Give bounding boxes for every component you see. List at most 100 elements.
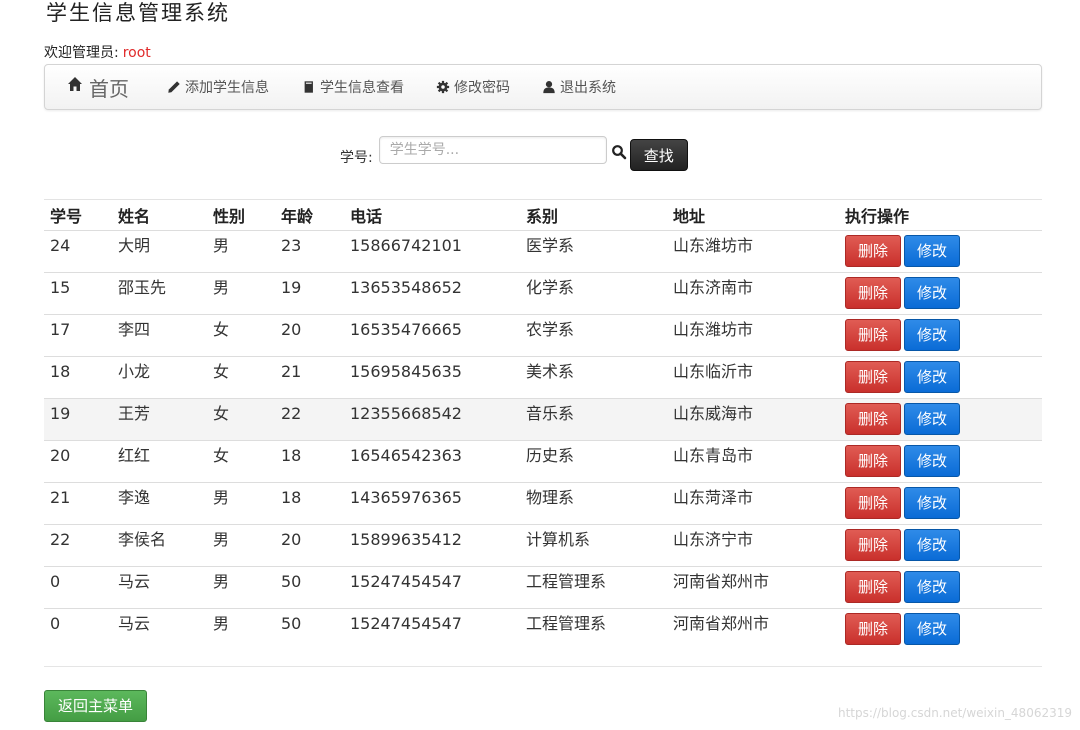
cell-name: 李逸 [112,482,207,525]
delete-button[interactable]: 删除 [845,403,902,435]
delete-button[interactable]: 删除 [845,361,902,393]
table-row: 18 小龙女 21 15695845635 美术系 山东临沂市 删除 修改 [44,356,1042,399]
cell-department: 音乐系 [520,398,667,441]
cell-student-id: 19 [44,398,112,441]
cell-department: 农学系 [520,314,667,357]
cell-name: 小龙 [112,356,207,399]
header-age: 年龄 [275,199,344,231]
cell-department: 化学系 [520,272,667,315]
cell-department: 工程管理系 [520,608,667,651]
cell-address: 山东临沂市 [667,356,839,399]
cell-department: 美术系 [520,356,667,399]
edit-button[interactable]: 修改 [904,487,961,519]
nav-home-label: 首页 [89,76,129,101]
nav-change-password[interactable]: 修改密码 [436,65,510,109]
cell-phone: 12355668542 [344,398,520,441]
delete-button[interactable]: 删除 [845,445,902,477]
cell-address: 山东威海市 [667,398,839,441]
edit-button[interactable]: 修改 [904,613,961,645]
cell-gender: 女 [207,314,275,357]
delete-button[interactable]: 删除 [845,319,902,351]
cell-age: 50 [275,566,344,609]
cell-actions: 删除 修改 [839,440,1042,483]
cell-address: 山东潍坊市 [667,314,839,357]
nav-view-students[interactable]: 学生信息查看 [302,65,404,109]
cell-address: 山东济南市 [667,272,839,315]
delete-button[interactable]: 删除 [845,277,902,309]
cell-age: 23 [275,230,344,273]
cell-phone: 15247454547 [344,608,520,651]
book-icon [302,80,316,94]
cell-actions: 删除 修改 [839,314,1042,357]
cell-student-id: 20 [44,440,112,483]
cell-name: 邵玉先 [112,272,207,315]
table-row: 15 邵玉先男 19 13653548652 化学系 山东济南市 删除 修改 [44,272,1042,315]
search-icon [611,144,627,160]
edit-button[interactable]: 修改 [904,571,961,603]
edit-button[interactable]: 修改 [904,403,961,435]
delete-button[interactable]: 删除 [845,613,902,645]
cell-phone: 16546542363 [344,440,520,483]
cell-age: 20 [275,314,344,357]
header-address: 地址 [667,199,839,231]
cell-age: 20 [275,524,344,567]
cell-age: 21 [275,356,344,399]
cell-name: 王芳 [112,398,207,441]
cell-name: 马云 [112,608,207,651]
table-row: 0 马云男 50 15247454547 工程管理系 河南省郑州市 删除 修改 [44,608,1042,651]
table-row: 19 王芳女 22 12355668542 音乐系 山东威海市 删除 修改 [44,398,1042,441]
welcome-label: 欢迎管理员: [44,45,119,61]
cell-address: 河南省郑州市 [667,566,839,609]
edit-button[interactable]: 修改 [904,235,961,267]
student-id-input[interactable] [378,136,607,164]
cell-gender: 男 [207,608,275,651]
header-department: 系别 [520,199,667,231]
delete-button[interactable]: 删除 [845,571,902,603]
cell-phone: 15866742101 [344,230,520,273]
cell-gender: 女 [207,398,275,441]
header-student-id: 学号 [44,199,112,231]
cell-actions: 删除 修改 [839,566,1042,609]
cell-phone: 15695845635 [344,356,520,399]
cell-name: 马云 [112,566,207,609]
cell-address: 山东菏泽市 [667,482,839,525]
back-to-menu-button[interactable]: 返回主菜单 [44,690,148,722]
nav-logout[interactable]: 退出系统 [542,65,616,109]
header-actions: 执行操作 [839,199,1042,231]
cell-student-id: 22 [44,524,112,567]
delete-button[interactable]: 删除 [845,235,902,267]
delete-button[interactable]: 删除 [845,529,902,561]
nav-add-student[interactable]: 添加学生信息 [167,65,269,109]
welcome-line: 欢迎管理员: root [44,44,151,62]
delete-button[interactable]: 删除 [845,487,902,519]
cell-department: 工程管理系 [520,566,667,609]
cell-name: 大明 [112,230,207,273]
cell-actions: 删除 修改 [839,356,1042,399]
cell-address: 山东潍坊市 [667,230,839,273]
cell-address: 山东济宁市 [667,524,839,567]
gear-icon [436,80,450,94]
edit-button[interactable]: 修改 [904,319,961,351]
table-row: 21 李逸男 18 14365976365 物理系 山东菏泽市 删除 修改 [44,482,1042,525]
cell-department: 历史系 [520,440,667,483]
cell-gender: 女 [207,440,275,483]
header-gender: 性别 [207,199,275,231]
cell-gender: 女 [207,356,275,399]
cell-gender: 男 [207,272,275,315]
header-phone: 电话 [344,199,520,231]
cell-actions: 删除 修改 [839,398,1042,441]
cell-actions: 删除 修改 [839,230,1042,273]
edit-button[interactable]: 修改 [904,529,961,561]
table-row: 17 李四女 20 16535476665 农学系 山东潍坊市 删除 修改 [44,314,1042,357]
edit-button[interactable]: 修改 [904,445,961,477]
nav-add-student-label: 添加学生信息 [185,80,269,96]
edit-button[interactable]: 修改 [904,361,961,393]
nav-home[interactable]: 首页 [67,65,129,109]
edit-button[interactable]: 修改 [904,277,961,309]
cell-actions: 删除 修改 [839,272,1042,315]
cell-phone: 16535476665 [344,314,520,357]
student-table-container: 学号 姓名 性别 年龄 电话 系别 地址 执行操作 24 大明男 23 1586674… [44,199,1042,651]
search-button[interactable]: 查找 [629,139,688,171]
table-row: 20 红红女 18 16546542363 历史系 山东青岛市 删除 修改 [44,440,1042,483]
cell-actions: 删除 修改 [839,482,1042,525]
